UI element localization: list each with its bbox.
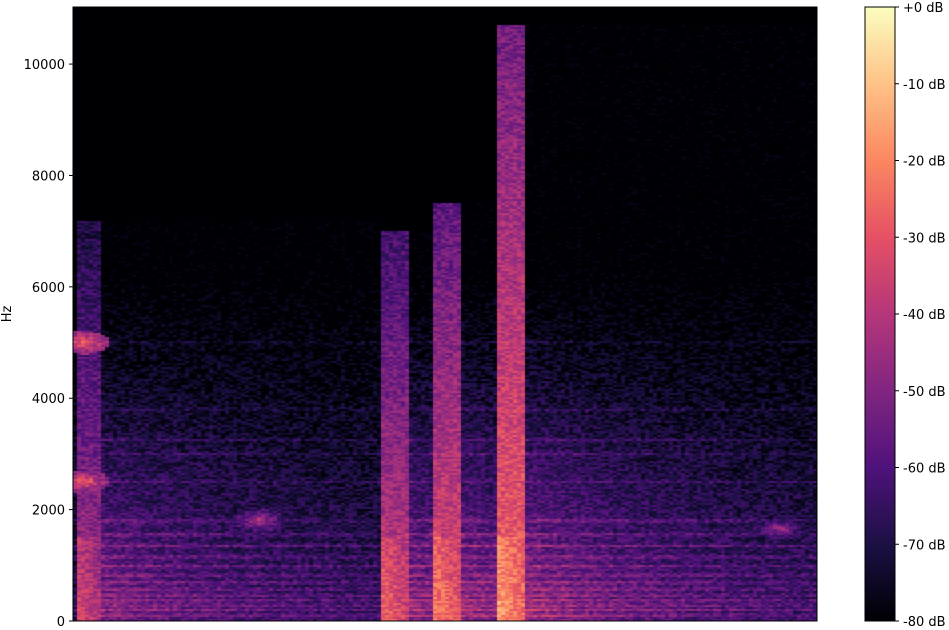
colorbar-tick-label: -30 dB [903,231,946,246]
colorbar-tick-label: -70 dB [903,538,946,553]
colorbar-ticks: +0 dB -10 dB -20 dB -30 dB -40 dB -50 dB -60 d… [895,1,946,630]
colorbar: +0 dB -10 dB -20 dB -30 dB -40 dB -50 dB -60 d… [864,1,946,630]
colorbar-tick-label: -60 dB [903,462,946,477]
colorbar-tick-label: -10 dB [903,78,946,93]
colorbar-tick-label: +0 dB [903,1,943,16]
spectrogram-image [73,7,817,621]
y-tick-label: 2000 [32,504,65,519]
colorbar-gradient [865,7,895,621]
y-tick-label: 0 [57,615,65,630]
y-tick-label: 8000 [32,169,65,184]
colorbar-tick-label: -80 dB [903,615,946,630]
colorbar-tick-label: -40 dB [903,308,946,323]
y-tick-label: 10000 [24,58,65,73]
y-tick-label: 6000 [32,281,65,296]
colorbar-tick-label: -20 dB [903,155,946,170]
y-tick-label: 4000 [32,392,65,407]
colorbar-tick-label: -50 dB [903,385,946,400]
y-axis-label: Hz [0,306,15,323]
y-axis: 0 2000 4000 6000 8000 10000 [24,58,73,630]
spectrogram-figure: 0 2000 4000 6000 8000 10000 Hz +0 dB -10 dB -20… [0,1,946,630]
plot-area [72,6,818,622]
